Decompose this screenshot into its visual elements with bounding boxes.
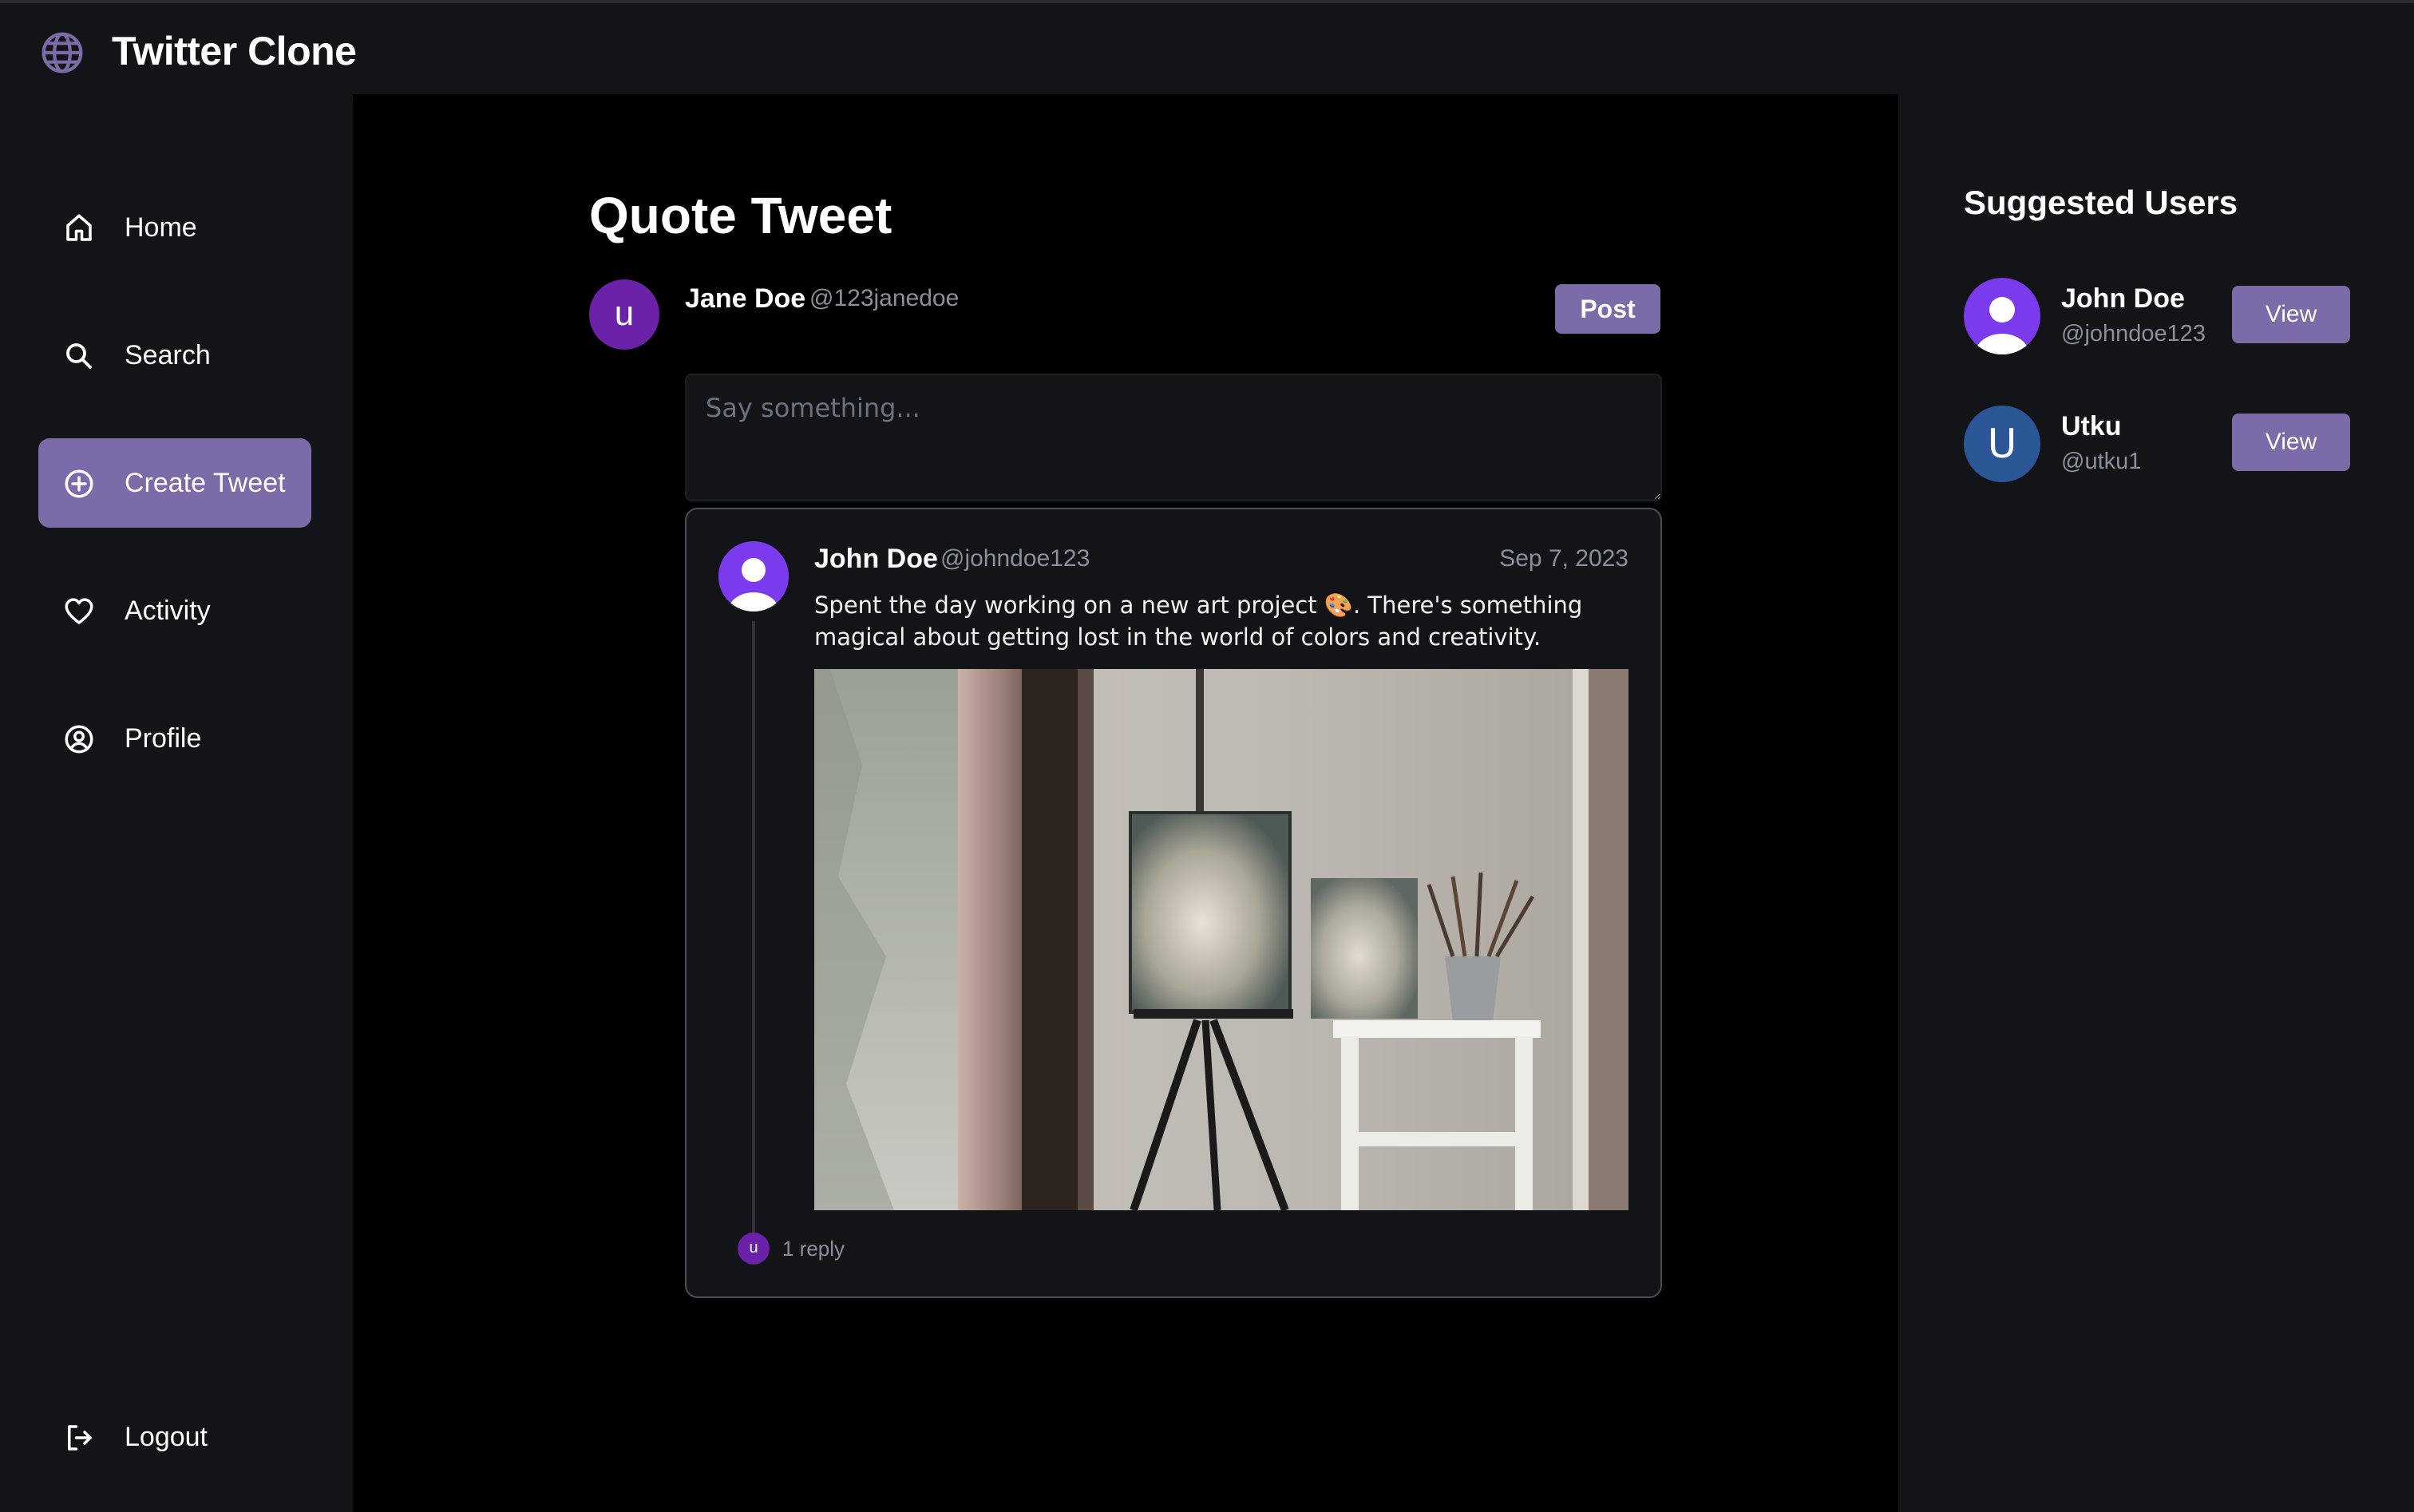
view-user-button[interactable]: View xyxy=(2232,286,2350,343)
default-user-avatar-icon xyxy=(1964,278,2040,354)
logout-label: Logout xyxy=(125,1422,208,1452)
tweet-date: Sep 7, 2023 xyxy=(1499,545,1628,572)
suggested-user-handle: @utku1 xyxy=(2061,449,2142,474)
thread-line xyxy=(752,621,755,1241)
avatar[interactable]: u xyxy=(589,279,659,350)
composer-author-name: Jane Doe xyxy=(685,283,806,314)
tweet-image[interactable] xyxy=(814,669,1628,1210)
page-title: Quote Tweet xyxy=(589,187,892,244)
composer-author-handle: @123janedoe xyxy=(809,285,960,311)
sidebar-item-label: Profile xyxy=(125,723,202,754)
sidebar-item-create-tweet[interactable]: Create Tweet xyxy=(38,438,311,528)
top-bar: Twitter Clone xyxy=(0,0,2414,94)
sidebar-item-home[interactable]: Home xyxy=(38,183,311,272)
home-icon xyxy=(66,214,92,241)
search-icon xyxy=(66,343,92,369)
default-user-avatar-icon xyxy=(718,541,789,612)
logout-button[interactable]: Logout xyxy=(38,1392,311,1482)
right-sidebar: Suggested Users John Doe @johndoe123 Vie… xyxy=(1898,94,2414,1512)
suggested-user-name: Utku xyxy=(2061,411,2122,441)
suggested-user-row: U Utku @utku1 View xyxy=(1964,406,2363,485)
avatar[interactable] xyxy=(1964,278,2040,354)
quoted-tweet-card[interactable]: John Doe @johndoe123 Sep 7, 2023 Spent t… xyxy=(685,508,1662,1298)
suggested-user-name: John Doe xyxy=(2061,283,2185,314)
tweet-author-name[interactable]: John Doe xyxy=(814,543,938,575)
sidebar-item-profile[interactable]: Profile xyxy=(38,694,311,783)
heart-icon xyxy=(65,598,93,624)
suggested-user-row: John Doe @johndoe123 View xyxy=(1964,278,2363,358)
sidebar-item-search[interactable]: Search xyxy=(38,311,311,400)
sidebar-item-label: Activity xyxy=(125,596,211,626)
easel-with-painting-photo xyxy=(814,669,1628,1210)
reply-count[interactable]: 1 reply xyxy=(782,1233,845,1265)
view-user-button[interactable]: View xyxy=(2232,414,2350,471)
quote-text-input[interactable] xyxy=(685,374,1662,501)
avatar[interactable] xyxy=(718,541,789,612)
user-circle-icon xyxy=(65,725,93,754)
tweet-text: Spent the day working on a new art proje… xyxy=(814,592,1583,651)
left-sidebar: Home Search Create Tweet Activity Profil… xyxy=(0,94,353,1512)
avatar[interactable]: U xyxy=(1964,406,2040,482)
suggested-user-handle: @johndoe123 xyxy=(2061,321,2206,346)
globe-icon[interactable] xyxy=(40,30,85,75)
logout-icon xyxy=(68,1425,92,1451)
suggested-users-title: Suggested Users xyxy=(1964,184,2238,221)
sidebar-item-label: Home xyxy=(125,212,197,243)
post-button[interactable]: Post xyxy=(1555,284,1660,334)
app-title[interactable]: Twitter Clone xyxy=(112,27,357,75)
tweet-author-handle: @johndoe123 xyxy=(940,545,1090,572)
plus-circle-icon xyxy=(65,469,93,498)
sidebar-item-label: Search xyxy=(125,340,211,370)
sidebar-item-activity[interactable]: Activity xyxy=(38,566,311,655)
sidebar-item-label: Create Tweet xyxy=(125,468,286,498)
avatar-letter: U xyxy=(1987,421,2017,467)
app-root: Twitter Clone Home Search Create Tweet A… xyxy=(0,0,2414,1512)
main-content: Quote Tweet u Jane Doe @123janedoe Post … xyxy=(353,94,1898,1512)
avatar[interactable]: u xyxy=(738,1233,770,1265)
